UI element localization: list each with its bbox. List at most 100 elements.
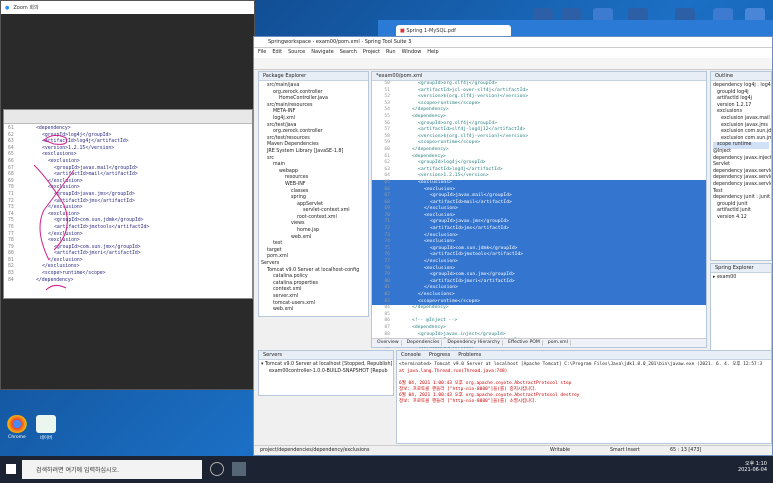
code-text: <scope>runtime</scope> [418,140,481,146]
desktop-naver-icon[interactable]: 네이버 [33,415,59,441]
menu-item-source[interactable]: Source [288,49,305,57]
line-number: 75 [384,245,390,251]
line-number: 84 [384,305,390,311]
tree-item[interactable]: server.xml [261,294,366,301]
tab-outline[interactable]: Outline [715,73,733,79]
outline-item[interactable]: artifactId log4j [713,96,769,103]
tab-servers[interactable]: Servers [263,352,282,358]
tab-console[interactable]: Console [401,352,421,358]
editor-tab[interactable]: Dependency Hierarchy [445,340,503,346]
line-number: 77 [384,259,390,265]
menu-bar: File Edit Source Navigate Search Project Run Wi… [254,48,772,58]
tree-item[interactable]: log4j.xml [261,116,366,123]
tree-item[interactable]: test [261,241,366,248]
editor-tab[interactable]: Dependencies [405,340,443,346]
tab-spring-explorer[interactable]: Spring Explorer [715,265,754,271]
menu-item-project[interactable]: Project [363,49,380,57]
line-number: 72 [384,226,390,232]
tree-item[interactable]: spring [261,195,366,202]
tree-item[interactable]: HomeController.java [261,96,366,103]
outline-item[interactable]: dependency javax.servlet : js [713,175,771,182]
outline-item[interactable]: Servlet [713,162,769,169]
editor-line: 64 <version>1.2.15</version> [372,173,706,180]
windows-start-icon[interactable] [6,464,16,474]
code-text: <dependency> [412,153,446,159]
code-text: <version>1.2.15</version> [418,173,489,179]
code-text: <groupId>org.slf4j</groupId> [418,120,498,126]
line-number: 79 [384,272,390,278]
outline-item[interactable]: exclusion com.sun.jd [713,129,771,136]
clock[interactable]: 오후 1:10 2021-06-04 [738,460,767,473]
tree-item[interactable]: web.xml [261,307,366,314]
tree-item[interactable]: Servers [261,261,366,268]
menu-item-edit[interactable]: Edit [272,49,282,57]
tree-item[interactable]: webapp [261,169,366,176]
menu-item-run[interactable]: Run [386,49,396,57]
menu-item-navigate[interactable]: Navigate [311,49,333,57]
zoom-shared-screen: 61 <dependency> 62 <groupId>log4j</groupId>… [3,109,253,299]
tree-item[interactable]: src/main/java [261,83,366,90]
tree-item[interactable]: classes [261,189,366,196]
desktop-chrome-icon[interactable]: Chrome [4,415,30,440]
spring-explorer-header: Spring Explorer [711,264,771,273]
zoom-titlebar: ● Zoom 회의 [1,1,254,14]
task-view-icon[interactable] [232,462,246,476]
tree-item[interactable]: context.xml [261,287,366,294]
tab-progress[interactable]: Progress [429,352,450,358]
server-item[interactable]: ▾ Tomcat v9.0 Server at localhost [Stopp… [261,362,393,369]
menu-item-help[interactable]: Help [427,49,438,57]
tree-item[interactable]: resources [261,175,366,182]
outline-item[interactable]: artifactId junit [713,208,769,215]
tree-item[interactable]: servlet-context.xml [261,208,366,215]
server-label: Tomcat v9.0 Server at localhost [Stopped… [264,362,393,367]
menu-item-file[interactable]: File [258,49,266,57]
outline-item[interactable]: @Inject [713,149,769,156]
package-explorer: Package Explorer src/main/java org.zerock… [258,71,369,317]
code-text: <artifactId>jmxri</artifactId> [430,278,515,284]
spring-project-item[interactable]: ▸ exam00 [713,275,769,282]
code-text: <artifactId>jmxtools</artifactId> [430,252,524,258]
console-process-header: <terminated> Tomcat v9.0 Server at local… [399,362,763,367]
tab-problems[interactable]: Problems [458,352,481,358]
tree-item[interactable]: Maven Dependencies [261,142,366,149]
tree-item[interactable]: home.jsp [261,228,366,235]
menu-item-window[interactable]: Window [402,49,422,57]
outline-item[interactable]: version 4.12 [713,215,769,222]
line-number: 68 [384,199,390,205]
editor-line: 69 </exclusion> [372,206,706,213]
outline-item[interactable]: dependency log4j : log4j [713,83,771,90]
editor-line: 50 <groupId>org.slf4j</groupId> [372,81,706,88]
tree-item[interactable]: org.zerock.controller [261,129,366,136]
tree-item[interactable]: META-INF [261,109,366,116]
editor-text[interactable]: 50 <groupId>org.slf4j</groupId> 51 <artifac… [372,81,706,351]
editor-line: 86 <!-- @Inject --> [372,318,706,325]
tree-item[interactable]: JRE System Library [JavaSE-1.8] [261,149,366,156]
tree-item[interactable]: WEB-INF [261,182,366,189]
tree-item[interactable]: root-context.xml [261,215,366,222]
editor-line: 57 <artifactId>slf4j-log4j12</artifactId> [372,127,706,134]
code-text: </exclusion> [424,285,458,291]
tree-item[interactable]: main [261,162,366,169]
outline-item[interactable]: exclusions [713,109,769,116]
tab-package-explorer[interactable]: Package Explorer [263,73,306,79]
editor-tab[interactable]: pom.xml [546,340,571,346]
outline-item[interactable]: exclusion javax.mail [713,116,770,123]
clock-time: 오후 1:10 [744,461,767,467]
editor-tab[interactable]: Effective POM [506,340,543,346]
editor-line: 82 </exclusions> [372,292,706,299]
outline-item[interactable]: dependency junit : junit : 4 [713,195,771,202]
outline-item[interactable]: scope runtime [713,142,769,149]
status-bar: project/dependencies/dependency/exclusio… [254,445,772,455]
menu-item-search[interactable]: Search [340,49,357,57]
server-module-item[interactable]: exam00controller-1.0.0-BUILD-SNAPSHOT [R… [261,369,391,376]
tab-pom-xml[interactable]: *exam00/pom.xml [376,73,422,79]
tree-item[interactable]: catalina.policy [261,274,366,281]
editor-tab[interactable]: Overview [375,340,402,346]
code-text: <version>${org.slf4j-version}</version> [418,133,529,139]
line-number: 73 [384,232,390,238]
code-text: </exclusion> [424,259,458,265]
taskbar-search[interactable]: 검색하려면 여기에 입력하십시오. [22,460,202,479]
cortana-icon[interactable] [210,462,224,476]
outline-item[interactable]: dependency javax.servlet : js [713,182,771,189]
line-number: 85 [384,311,390,317]
